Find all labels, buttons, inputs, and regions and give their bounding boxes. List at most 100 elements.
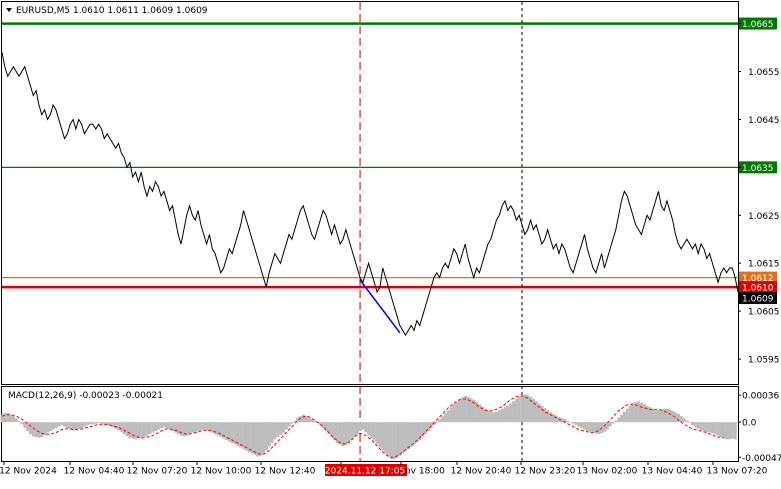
time-label: 12 Nov 12:40 (255, 467, 316, 477)
macd-bar (80, 422, 84, 429)
macd-bar (324, 422, 328, 432)
macd-bar (455, 401, 459, 423)
macd-bar (253, 422, 257, 456)
macd-bar (657, 410, 661, 423)
macd-bar (247, 422, 251, 453)
macd-bar (685, 420, 689, 423)
macd-bar (540, 405, 544, 423)
macd-bar (193, 422, 197, 432)
macd-bar (17, 421, 21, 423)
macd-bar (219, 422, 223, 438)
macd-bar (131, 422, 135, 439)
macd-bar (517, 396, 521, 423)
macd-bar (711, 422, 715, 434)
macd-bar (708, 422, 712, 433)
chart-canvas: 1.06651.06351.06121.06101.0609 1.06551.0… (0, 0, 781, 489)
macd-bar (406, 422, 410, 450)
macd-bar (338, 422, 342, 445)
macd-bar (676, 413, 680, 423)
macd-bar (82, 422, 87, 427)
macd-bar (486, 410, 490, 423)
macd-bar (40, 422, 44, 438)
macd-bar (651, 408, 655, 423)
symbol-header: EURUSD,M5 1.0610 1.0611 1.0609 1.0609 (16, 6, 208, 16)
macd-bar (60, 422, 64, 426)
macd-bar (51, 422, 55, 430)
macd-bar (639, 402, 643, 423)
macd-bar (404, 422, 408, 452)
macd-bar (395, 422, 399, 459)
macd-bar (3, 413, 7, 423)
macd-bar (352, 422, 356, 438)
macd-bar (495, 411, 499, 423)
level-label-1: 1.0635 (742, 164, 774, 174)
macd-bar (728, 422, 732, 440)
macd-bar (713, 422, 717, 435)
macd-bar (443, 413, 447, 423)
macd-bar (523, 394, 527, 423)
macd-bar (631, 403, 635, 423)
macd-bar (730, 422, 734, 439)
macd-bar (154, 422, 158, 432)
macd-bar (29, 422, 33, 435)
macd-bar (361, 422, 365, 430)
macd-tick-label: 0.0 (742, 419, 757, 429)
macd-bar (526, 395, 530, 423)
macd-bar (23, 422, 27, 429)
macd-bar (637, 401, 641, 423)
macd-bar (693, 422, 697, 428)
macd-bar (199, 422, 203, 431)
macd-bar (159, 422, 163, 429)
macd-bar (458, 399, 462, 423)
macd-bar (9, 414, 13, 423)
macd-bar (603, 422, 607, 432)
macd-bar (438, 419, 442, 423)
macd-bar (139, 422, 143, 438)
macd-bar (244, 422, 249, 451)
macd-bar (566, 420, 570, 423)
macd-bar (119, 422, 123, 432)
macd-bar (310, 419, 314, 423)
time-label: 12 Nov 20:40 (451, 467, 512, 477)
macd-bar (500, 408, 504, 423)
macd-bar (136, 422, 141, 439)
macd-bar (412, 422, 416, 445)
macd-bar (179, 422, 183, 436)
macd-bar (37, 422, 41, 438)
time-label: 13 Nov 02:00 (577, 467, 638, 477)
macd-bar (503, 407, 507, 423)
macd-bar (372, 422, 376, 442)
macd-bar (554, 415, 558, 423)
macd-tick-label: -0.00047 (742, 454, 781, 464)
macd-bar (111, 422, 115, 428)
macd-bar (148, 422, 152, 435)
price-tick-label: 1.0645 (748, 116, 780, 126)
time-label: 12 Nov 10:00 (191, 467, 252, 477)
price-tick-label: 1.0595 (748, 356, 780, 366)
macd-bar (702, 422, 706, 432)
price-tick-label: 1.0615 (748, 260, 780, 270)
price-tick-label: 1.0625 (748, 212, 780, 222)
macd-bar (188, 422, 192, 435)
macd-bar (597, 422, 601, 435)
macd-bar (117, 422, 121, 431)
macd-bar (350, 422, 354, 441)
macd-bar (409, 422, 413, 447)
macd-bar (100, 422, 104, 424)
macd-bar (608, 422, 612, 427)
macd-bar (125, 422, 129, 437)
macd-bar (364, 422, 368, 433)
macd-bar (190, 422, 195, 433)
macd-bar (583, 422, 587, 430)
macd-bar (165, 422, 169, 429)
macd-bar (531, 398, 536, 423)
macd-bar (267, 422, 271, 447)
macd-bar (384, 422, 388, 454)
macd-bar (392, 422, 396, 460)
time-label: 13 Nov 07:20 (707, 467, 768, 477)
macd-bar (401, 422, 405, 454)
macd-bar (233, 422, 237, 445)
macd-bar (97, 422, 101, 423)
macd-bar (512, 401, 516, 423)
macd-bar (85, 422, 89, 426)
